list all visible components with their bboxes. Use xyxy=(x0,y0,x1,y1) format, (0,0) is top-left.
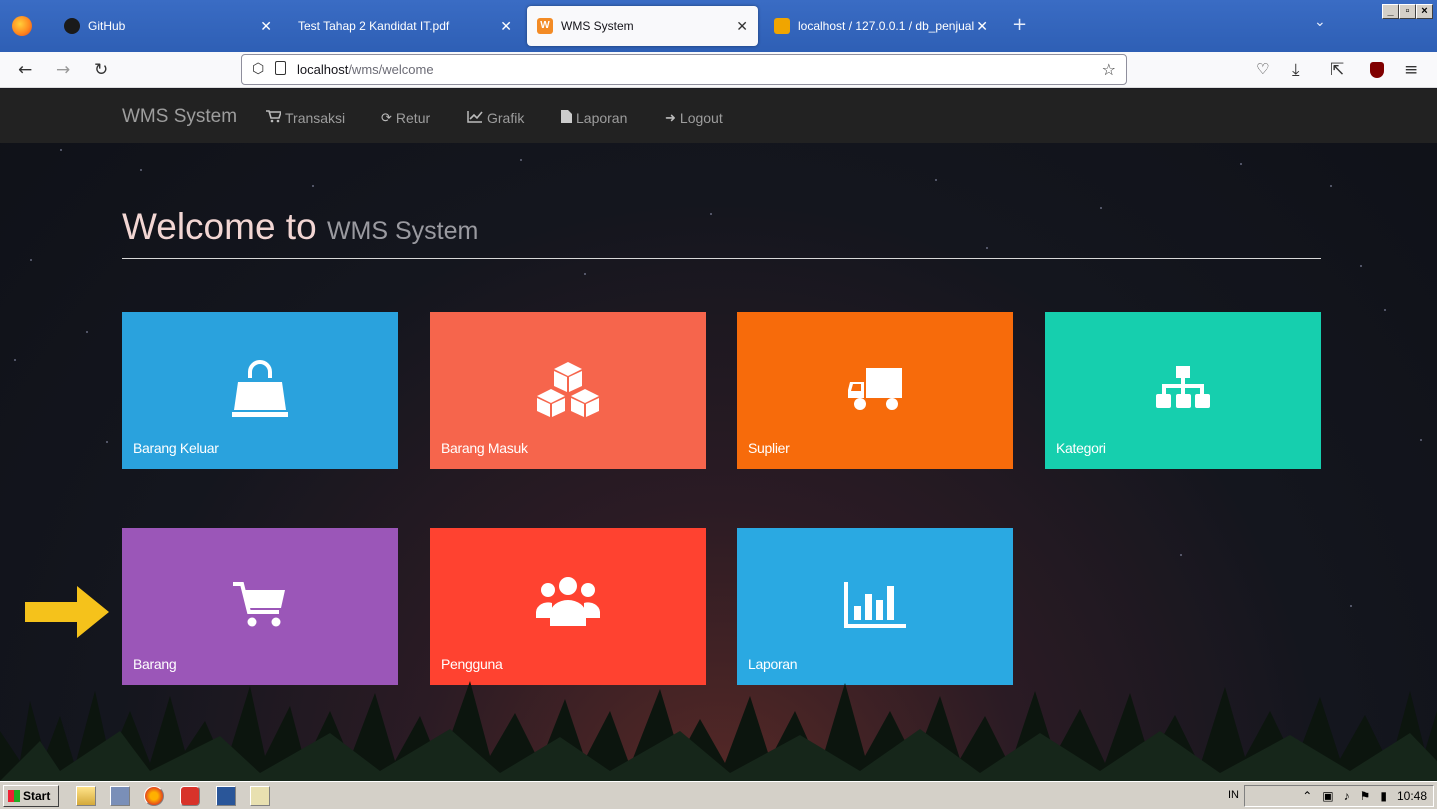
url-bar[interactable]: ⬡ localhost/wms/welcome ☆ xyxy=(241,54,1127,85)
tile-label: Pengguna xyxy=(441,656,503,672)
restore-icon[interactable]: ▫ xyxy=(1399,4,1416,19)
keyboard-icon[interactable] xyxy=(110,786,130,806)
app-taskbar-icon[interactable] xyxy=(180,786,200,806)
tile-barang-masuk[interactable]: Barang Masuk xyxy=(430,312,706,469)
close-window-icon[interactable]: × xyxy=(1416,4,1433,19)
close-icon[interactable]: ✕ xyxy=(500,18,512,35)
close-icon[interactable]: ✕ xyxy=(736,18,748,35)
users-icon xyxy=(430,576,706,636)
pocket-icon[interactable]: ♡ xyxy=(1256,60,1269,78)
nav-retur[interactable]: ⟳ Retur xyxy=(381,110,430,126)
firefox-icon[interactable] xyxy=(12,16,32,36)
close-icon[interactable]: ✕ xyxy=(260,18,272,35)
tile-barang-keluar[interactable]: Barang Keluar xyxy=(122,312,398,469)
tile-suplier[interactable]: Suplier xyxy=(737,312,1013,469)
tile-barang[interactable]: Barang xyxy=(122,528,398,685)
network-icon[interactable]: ▣ xyxy=(1322,789,1333,803)
nav-transaksi[interactable]: Transaksi xyxy=(266,110,345,126)
clock[interactable]: 10:48 xyxy=(1397,789,1427,803)
browser-tab-strip: GitHub ✕ Test Tahap 2 Kandidat IT.pdf ✕ … xyxy=(0,0,1437,52)
show-desktop-icon[interactable] xyxy=(76,786,96,806)
tab-title: GitHub xyxy=(88,19,126,33)
reload-icon[interactable]: ↻ xyxy=(94,60,108,80)
tab-title: WMS System xyxy=(561,19,634,33)
sitemap-icon xyxy=(1045,360,1321,420)
tab-phpmyadmin[interactable]: localhost / 127.0.0.1 / db_penjual ✕ xyxy=(766,6,998,46)
windows-flag-icon xyxy=(8,790,20,802)
site-brand[interactable]: WMS System xyxy=(122,106,237,128)
new-tab-icon[interactable]: + xyxy=(1012,14,1027,35)
truck-icon xyxy=(737,360,1013,420)
nav-laporan[interactable]: Laporan xyxy=(561,110,627,126)
tile-label: Barang xyxy=(133,656,177,672)
language-indicator[interactable]: IN xyxy=(1228,789,1239,801)
tile-pengguna[interactable]: Pengguna xyxy=(430,528,706,685)
browser-navbar: ← → ↻ ⬡ localhost/wms/welcome ☆ ♡ ⤓ ⇱ ≡ xyxy=(0,52,1437,88)
taskbar: Start IN ⌃ ▣ ♪ ⚑ ▮ 10:48 xyxy=(0,781,1437,809)
page-viewport: WMS System Transaksi ⟳ Retur Grafik Lapo… xyxy=(0,89,1437,781)
tile-label: Barang Masuk xyxy=(441,440,528,456)
tab-github[interactable]: GitHub ✕ xyxy=(56,6,282,46)
yellow-arrow-icon xyxy=(25,586,109,638)
page-info-icon[interactable] xyxy=(275,61,286,75)
tile-label: Barang Keluar xyxy=(133,440,219,456)
chevron-down-icon[interactable]: ⌄ xyxy=(1314,14,1326,30)
shopping-bag-icon xyxy=(122,360,398,420)
minimize-icon[interactable]: _ xyxy=(1382,4,1399,19)
url-text[interactable]: localhost/wms/welcome xyxy=(297,62,434,77)
wms-favicon-icon: W xyxy=(537,18,553,34)
share-icon[interactable]: ⇱ xyxy=(1330,60,1344,80)
signal-icon[interactable]: ▮ xyxy=(1380,789,1387,803)
tile-kategori[interactable]: Kategori xyxy=(1045,312,1321,469)
tile-laporan[interactable]: Laporan xyxy=(737,528,1013,685)
site-navbar: WMS System Transaksi ⟳ Retur Grafik Lapo… xyxy=(0,89,1437,143)
volume-icon[interactable]: ♪ xyxy=(1344,789,1350,803)
title-divider xyxy=(122,258,1321,259)
cubes-icon xyxy=(430,360,706,420)
word-icon[interactable] xyxy=(216,786,236,806)
download-icon[interactable]: ⤓ xyxy=(1292,60,1300,80)
chevron-up-icon[interactable]: ⌃ xyxy=(1302,789,1312,803)
notepad-icon[interactable] xyxy=(250,786,270,806)
firefox-taskbar-icon[interactable] xyxy=(144,786,164,806)
flag-icon[interactable]: ⚑ xyxy=(1360,789,1371,803)
close-icon[interactable]: ✕ xyxy=(976,18,988,35)
refresh-icon: ⟳ xyxy=(381,110,392,125)
cart-icon xyxy=(122,576,398,636)
nav-grafik[interactable]: Grafik xyxy=(467,110,524,126)
tracking-protection-icon[interactable]: ⬡ xyxy=(252,61,264,77)
system-tray: ⌃ ▣ ♪ ⚑ ▮ 10:48 xyxy=(1244,785,1434,807)
logout-icon: ➜ xyxy=(665,110,676,125)
bar-chart-icon xyxy=(737,576,1013,636)
page-title: Welcome to WMS System xyxy=(122,206,479,247)
tile-label: Laporan xyxy=(748,656,798,672)
hamburger-menu-icon[interactable]: ≡ xyxy=(1404,60,1418,80)
tab-pdf[interactable]: Test Tahap 2 Kandidat IT.pdf ✕ xyxy=(290,6,522,46)
tab-wms-system[interactable]: W WMS System ✕ xyxy=(527,6,758,46)
grass-decoration xyxy=(0,681,1437,781)
ublock-icon[interactable] xyxy=(1370,62,1384,78)
forward-icon[interactable]: → xyxy=(56,60,70,80)
back-icon[interactable]: ← xyxy=(18,60,32,80)
github-icon xyxy=(64,18,80,34)
bookmark-star-icon[interactable]: ☆ xyxy=(1102,60,1116,79)
tab-title: localhost / 127.0.0.1 / db_penjual xyxy=(798,19,975,33)
tile-label: Kategori xyxy=(1056,440,1106,456)
nav-logout[interactable]: ➜ Logout xyxy=(665,110,723,126)
window-controls: _ ▫ × xyxy=(1382,4,1433,19)
line-chart-icon xyxy=(467,110,483,126)
tile-label: Suplier xyxy=(748,440,790,456)
tab-title: Test Tahap 2 Kandidat IT.pdf xyxy=(298,19,450,33)
start-button[interactable]: Start xyxy=(3,785,59,807)
phpmyadmin-icon xyxy=(774,18,790,34)
cart-icon xyxy=(266,110,283,126)
file-icon xyxy=(561,110,572,126)
